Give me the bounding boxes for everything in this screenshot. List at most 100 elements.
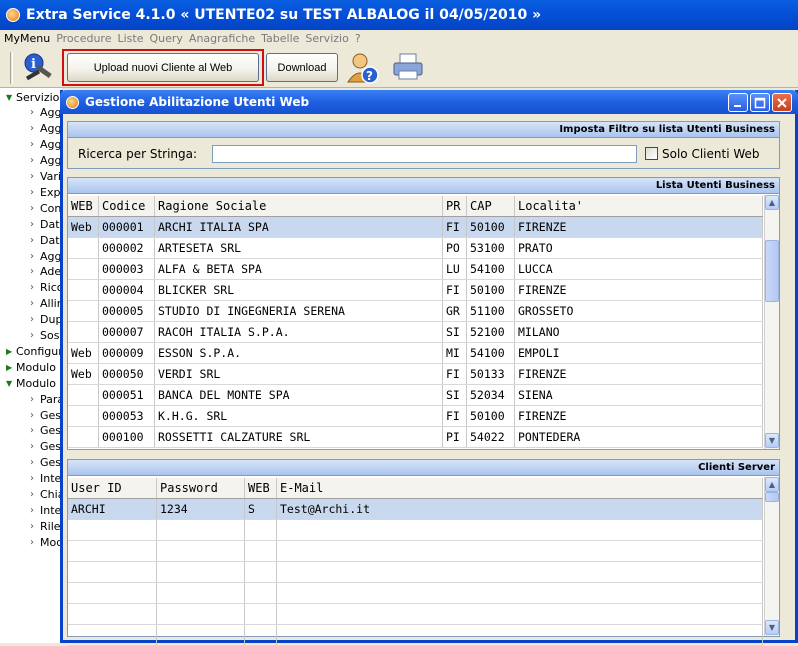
table-row[interactable]: 000002 ARTESETA SRL PO 53100 PRATO <box>68 238 763 259</box>
printer-icon[interactable] <box>391 51 427 83</box>
chevron-right-icon[interactable]: › <box>30 235 40 246</box>
column-header[interactable]: WEB <box>68 196 99 216</box>
tree-node[interactable]: › Para <box>30 391 62 407</box>
table-row[interactable] <box>68 583 763 604</box>
table-row[interactable]: 000053 K.H.G. SRL FI 50100 FIRENZE <box>68 406 763 427</box>
column-header[interactable]: User ID <box>68 478 157 498</box>
chevron-right-icon[interactable]: › <box>30 203 40 214</box>
column-header[interactable]: PR <box>443 196 467 216</box>
table-row[interactable]: 000004 BLICKER SRL FI 50100 FIRENZE <box>68 280 763 301</box>
column-header[interactable]: CAP <box>467 196 515 216</box>
collapsed-arrow-icon[interactable]: ▶ <box>6 363 16 372</box>
upload-new-clients-button[interactable]: Upload nuovi Cliente al Web <box>67 53 259 82</box>
chevron-right-icon[interactable]: › <box>30 473 40 484</box>
menu-item-0[interactable]: MyMenu <box>4 32 50 45</box>
table-row[interactable]: Web 000001 ARCHI ITALIA SPA FI 50100 FIRENZE <box>68 217 763 238</box>
web-only-checkbox[interactable] <box>645 147 658 160</box>
search-input[interactable] <box>212 145 637 163</box>
chevron-right-icon[interactable]: › <box>30 123 40 134</box>
scroll-up-button[interactable]: ▲ <box>765 477 779 492</box>
chevron-right-icon[interactable]: › <box>30 410 40 421</box>
chevron-right-icon[interactable]: › <box>30 330 40 341</box>
scroll-down-button[interactable]: ▼ <box>765 620 779 635</box>
table-row[interactable]: 000003 ALFA & BETA SPA LU 54100 LUCCA <box>68 259 763 280</box>
table-row[interactable]: ARCHI 1234 S Test@Archi.it <box>68 499 763 520</box>
tree-node[interactable]: › Ges <box>30 439 61 455</box>
table-row[interactable]: 000005 STUDIO DI INGEGNERIA SERENA GR 51100… <box>68 301 763 322</box>
server-scrollbar[interactable]: ▲ ▼ <box>764 477 779 636</box>
tree-node[interactable]: › Agg <box>30 137 62 153</box>
table-header-row[interactable]: WEB Codice Ragione Sociale PR CAP Localita' <box>68 196 763 217</box>
chevron-right-icon[interactable]: › <box>30 107 40 118</box>
business-users-table[interactable]: WEB Codice Ragione Sociale PR CAP Localita' We… <box>68 196 763 449</box>
chevron-right-icon[interactable]: › <box>30 155 40 166</box>
chevron-right-icon[interactable]: › <box>30 266 40 277</box>
chevron-right-icon[interactable]: › <box>30 425 40 436</box>
chevron-right-icon[interactable]: › <box>30 505 40 516</box>
menu-item-7[interactable]: ? <box>355 32 361 45</box>
tree-node[interactable]: ›Chia <box>30 487 62 503</box>
tree-node[interactable]: › Ges <box>30 407 61 423</box>
expanded-arrow-icon[interactable]: ▼ <box>6 93 16 102</box>
tree-node[interactable]: › Exp <box>30 184 60 200</box>
chevron-right-icon[interactable]: › <box>30 282 40 293</box>
column-header[interactable]: WEB <box>245 478 277 498</box>
chevron-right-icon[interactable]: › <box>30 394 40 405</box>
menu-item-1[interactable]: Procedure <box>56 32 111 45</box>
table-row[interactable]: Web 000009 ESSON S.P.A. MI 54100 EMPOLI <box>68 343 763 364</box>
scroll-thumb[interactable] <box>765 240 779 302</box>
download-button[interactable]: Download <box>266 53 338 82</box>
chevron-right-icon[interactable]: › <box>30 441 40 452</box>
tree-node[interactable]: › Inte <box>30 502 61 518</box>
tree-node[interactable]: ▼ Modulo <box>6 375 56 391</box>
table-row[interactable] <box>68 541 763 562</box>
menu-item-2[interactable]: Liste <box>117 32 143 45</box>
chevron-right-icon[interactable]: › <box>30 457 40 468</box>
info-tools-icon[interactable]: i <box>20 51 56 85</box>
table-row[interactable]: 000100 ROSSETTI CALZATURE SRL PI 54022 PONTE… <box>68 427 763 448</box>
tree-node[interactable]: ▶ Modulo <box>6 359 56 375</box>
column-header[interactable]: Password <box>157 478 245 498</box>
tree-node[interactable]: › Sos <box>30 328 59 344</box>
chevron-right-icon[interactable]: › <box>30 139 40 150</box>
chevron-right-icon[interactable]: › <box>30 521 40 532</box>
expanded-arrow-icon[interactable]: ▼ <box>6 379 16 388</box>
tree-node[interactable]: › Allin <box>30 296 62 312</box>
tree-node[interactable]: ▼ Servizio <box>6 89 59 105</box>
menu-item-3[interactable]: Query <box>149 32 182 45</box>
chevron-right-icon[interactable]: › <box>30 489 40 500</box>
tree-node[interactable]: › Mod <box>30 534 62 550</box>
tree-node[interactable]: › Agg <box>30 121 62 137</box>
maximize-button[interactable] <box>750 93 770 112</box>
scroll-up-button[interactable]: ▲ <box>765 195 779 210</box>
column-header[interactable]: Localita' <box>515 196 763 216</box>
menu-item-6[interactable]: Servizio <box>305 32 348 45</box>
tree-node[interactable]: › Ges <box>30 455 61 471</box>
chevron-right-icon[interactable]: › <box>30 314 40 325</box>
column-header[interactable]: E-Mail <box>277 478 763 498</box>
business-scrollbar[interactable]: ▲ ▼ <box>764 195 779 449</box>
tree-node[interactable]: › Rile <box>30 518 61 534</box>
tree-node[interactable]: › Agg <box>30 105 62 121</box>
web-only-checkbox-label[interactable]: Solo Clienti Web <box>662 147 760 161</box>
tree-node[interactable]: › Agg <box>30 153 62 169</box>
collapsed-arrow-icon[interactable]: ▶ <box>6 347 16 356</box>
chevron-right-icon[interactable]: › <box>30 251 40 262</box>
menu-item-5[interactable]: Tabelle <box>261 32 299 45</box>
scroll-thumb[interactable] <box>765 492 779 502</box>
chevron-right-icon[interactable]: › <box>30 537 40 548</box>
table-row[interactable]: Web 000050 VERDI SRL FI 50133 FIRENZE <box>68 364 763 385</box>
tree-node[interactable]: › Dat <box>30 216 60 232</box>
tree-node[interactable]: › Rico <box>30 280 62 296</box>
menu-item-4[interactable]: Anagrafiche <box>189 32 255 45</box>
tree-node[interactable]: › Ade <box>30 264 61 280</box>
table-row[interactable] <box>68 562 763 583</box>
tree-node[interactable]: › Agg <box>30 248 62 264</box>
minimize-button[interactable] <box>728 93 748 112</box>
tree-node[interactable]: ▶ Configur <box>6 343 62 359</box>
tree-node[interactable]: › Inte <box>30 471 61 487</box>
table-row[interactable]: 000007 RACOH ITALIA S.P.A. SI 52100 MILANO <box>68 322 763 343</box>
tree-node[interactable]: › Dup <box>30 312 62 328</box>
chevron-right-icon[interactable]: › <box>30 298 40 309</box>
chevron-right-icon[interactable]: › <box>30 187 40 198</box>
